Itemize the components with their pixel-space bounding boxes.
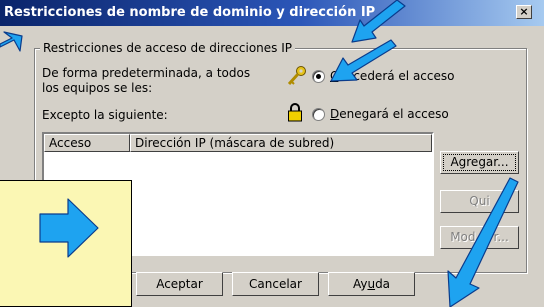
arrow-add-down-icon (447, 177, 519, 307)
arrow-list-icon (39, 198, 99, 258)
arrow-top-left-icon (0, 31, 23, 52)
arrow-title-icon (351, 0, 406, 43)
annotation-arrows (0, 0, 519, 307)
arrow-radio-icon (330, 39, 397, 82)
